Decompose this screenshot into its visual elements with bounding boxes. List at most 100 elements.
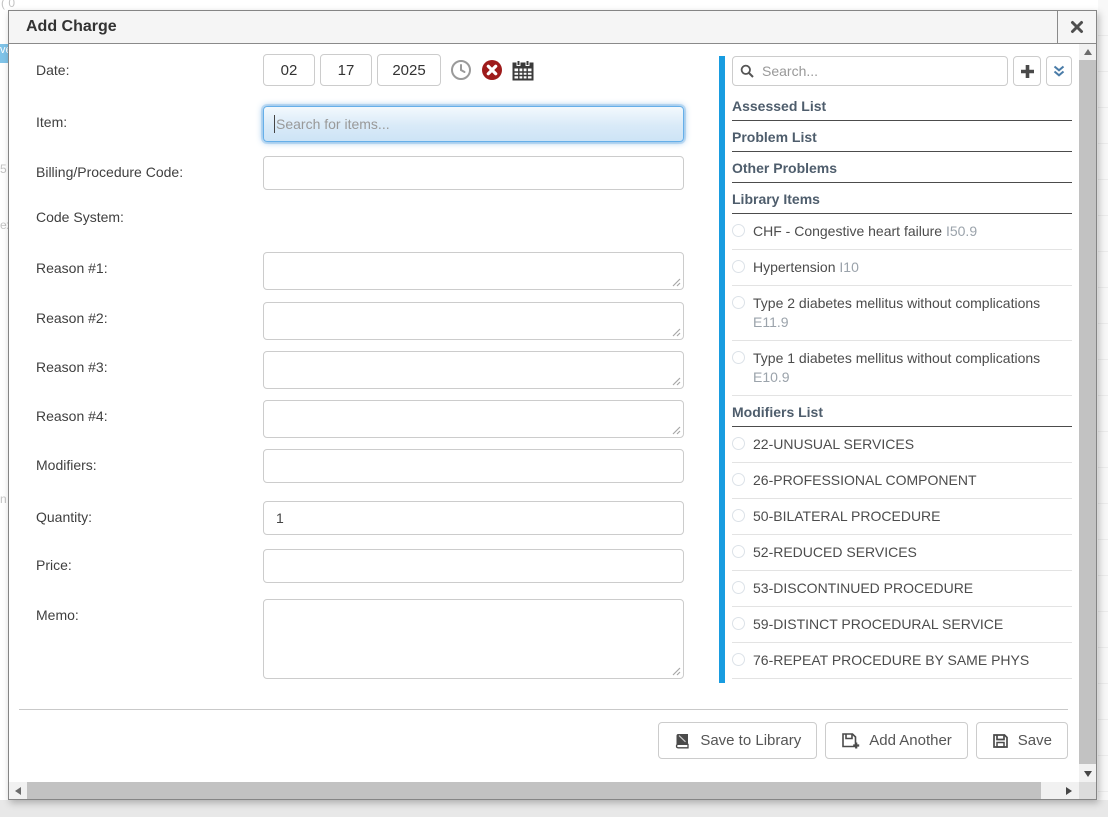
item-label: 53-DISCONTINUED PROCEDURE [753,579,973,598]
item-label: Type 1 diabetes mellitus without complic… [753,349,1072,387]
section-header: Problem List [732,121,1072,152]
scroll-up-button[interactable] [1079,44,1096,60]
clear-circle-x-icon [481,59,503,81]
quantity-row: Quantity: [36,501,716,535]
add-item-button[interactable] [1013,56,1042,86]
horizontal-scrollbar-thumb[interactable] [27,782,1041,799]
floppy-save-icon [992,733,1009,749]
reason3-row: Reason #3: [36,351,716,389]
collapse-panel-button[interactable] [1046,56,1072,86]
arrow-down-icon [1084,771,1092,777]
reason3-textarea[interactable] [263,351,684,389]
radio-circle-icon [732,545,745,558]
item-label: 22-UNUSUAL SERVICES [753,435,914,454]
price-input[interactable] [263,549,684,583]
calendar-icon [512,60,534,81]
calendar-button[interactable] [512,60,534,81]
billing-code-input[interactable] [263,156,684,190]
dialog-title: Add Charge [26,18,117,36]
panel-list-item[interactable]: 26-PROFESSIONAL COMPONENT [732,463,1072,499]
panel-list-item[interactable]: Hypertension I10 [732,250,1072,286]
reason1-textarea[interactable] [263,252,684,290]
price-row: Price: [36,549,716,583]
search-icon [740,64,754,78]
item-label: 50-BILATERAL PROCEDURE [753,507,941,526]
time-button[interactable] [450,59,472,81]
date-label: Date: [36,54,263,78]
section-header: Other Problems [732,152,1072,183]
resize-grip-icon[interactable] [672,377,681,386]
panel-list-item[interactable]: 53-DISCONTINUED PROCEDURE [732,571,1072,607]
panel-list-item[interactable]: CHF - Congestive heart failure I50.9 [732,214,1072,250]
plus-icon [1020,64,1035,79]
add-charge-dialog: Add Charge Date: [8,10,1097,800]
quantity-label: Quantity: [36,501,263,525]
modifiers-input[interactable] [263,449,684,483]
add-another-button[interactable]: Add Another [825,722,968,759]
resize-grip-icon[interactable] [672,667,681,676]
reason3-label: Reason #3: [36,351,263,375]
price-label: Price: [36,549,263,573]
panel-search-input[interactable] [732,56,1008,86]
resize-grip-icon[interactable] [672,278,681,287]
reason2-textarea[interactable] [263,302,684,340]
vertical-scrollbar[interactable] [1079,44,1096,782]
code-system-row: Code System: [36,201,716,229]
radio-circle-icon [732,351,745,364]
code-system-label: Code System: [36,201,263,225]
panel-search-row [732,56,1072,86]
panel-list-item[interactable]: 50-BILATERAL PROCEDURE [732,499,1072,535]
item-row: Item: [36,106,716,142]
date-year-input[interactable] [377,54,441,86]
radio-circle-icon [732,437,745,450]
item-code: E10.9 [753,369,790,385]
panel-accent-bar [719,56,725,683]
reason4-textarea[interactable] [263,400,684,438]
section-header: Assessed List [732,90,1072,121]
save-plus-icon [841,732,860,749]
panel-list-item[interactable]: 59-DISTINCT PROCEDURAL SERVICE [732,607,1072,643]
clock-icon [450,59,472,81]
double-chevron-down-icon [1052,64,1066,78]
date-row: Date: [36,54,716,86]
panel-list-item[interactable]: 52-REDUCED SERVICES [732,535,1072,571]
close-button[interactable] [1057,11,1096,43]
memo-textarea[interactable] [263,599,684,679]
charge-form: Date: Item: [36,44,716,679]
panel-list-item[interactable]: 76-REPEAT PROCEDURE BY SAME PHYS [732,643,1072,679]
reason2-row: Reason #2: [36,302,716,340]
clear-date-button[interactable] [481,59,503,81]
dialog-footer: Save to Library Add Another Save [19,709,1068,759]
vertical-scrollbar-thumb[interactable] [1079,60,1096,764]
reason1-label: Reason #1: [36,252,263,276]
scroll-right-button[interactable] [1060,782,1077,799]
problem-library-panel: Assessed ListProblem ListOther ProblemsL… [719,56,1079,679]
save-button[interactable]: Save [976,722,1068,759]
close-icon [1070,20,1084,34]
save-to-library-button[interactable]: Save to Library [658,722,817,759]
arrow-right-icon [1066,787,1072,795]
item-code: I10 [839,259,858,275]
arrow-left-icon [15,787,21,795]
item-label: 59-DISTINCT PROCEDURAL SERVICE [753,615,1003,634]
date-day-input[interactable] [320,54,372,86]
quantity-input[interactable] [263,501,684,535]
horizontal-scrollbar[interactable] [9,782,1079,799]
radio-circle-icon [732,653,745,666]
item-label: Hypertension I10 [753,258,859,277]
resize-grip-icon[interactable] [672,328,681,337]
scroll-down-button[interactable] [1079,765,1096,782]
item-label: 52-REDUCED SERVICES [753,543,917,562]
scroll-left-button[interactable] [9,782,26,799]
date-month-input[interactable] [263,54,315,86]
panel-list-item[interactable]: Type 2 diabetes mellitus without complic… [732,286,1072,341]
add-another-label: Add Another [869,732,952,749]
resize-grip-icon[interactable] [672,426,681,435]
radio-circle-icon [732,617,745,630]
book-icon [674,733,691,749]
radio-circle-icon [732,581,745,594]
item-search-input[interactable] [263,106,684,142]
panel-list-item[interactable]: 22-UNUSUAL SERVICES [732,427,1072,463]
section-header: Modifiers List [732,396,1072,427]
panel-list-item[interactable]: Type 1 diabetes mellitus without complic… [732,341,1072,396]
